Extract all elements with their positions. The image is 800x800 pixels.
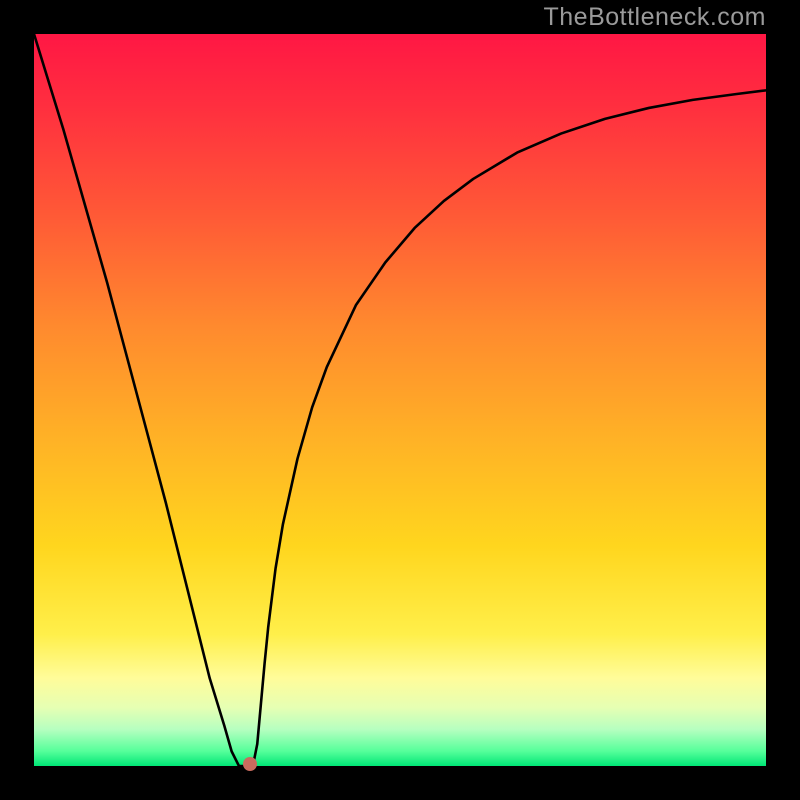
chart-canvas: TheBottleneck.com xyxy=(0,0,800,800)
brand-watermark: TheBottleneck.com xyxy=(544,0,767,34)
chart-plot xyxy=(34,34,766,766)
bottleneck-curve xyxy=(34,34,766,766)
optimum-marker-icon xyxy=(243,757,257,771)
